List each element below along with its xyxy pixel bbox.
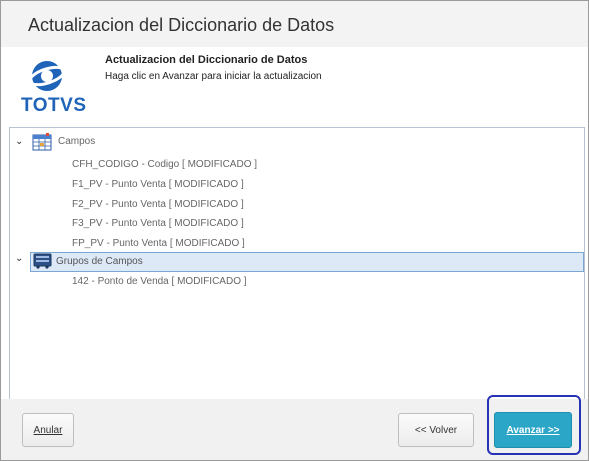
field-group-icon xyxy=(33,253,53,275)
next-button-focus-highlight xyxy=(487,395,581,455)
tree-leaf[interactable]: F1_PV - Punto Venta [ MODIFICADO ] xyxy=(72,176,244,194)
logo-text: TOTVS xyxy=(21,95,87,116)
title-bar: Actualizacion del Diccionario de Datos xyxy=(1,1,588,48)
tree-node-campos[interactable]: ⌄ Campos xyxy=(10,133,310,151)
tree-leaf[interactable]: CFH_CODIGO - Codigo [ MODIFICADO ] xyxy=(72,156,257,174)
totvs-logo-mark-icon xyxy=(28,61,66,91)
header-subtitle: Haga clic en Avanzar para iniciar la act… xyxy=(105,71,322,82)
cancel-button[interactable]: Anular xyxy=(22,413,74,447)
totvs-logo: TOTVS xyxy=(18,59,86,121)
tree-node-label: Campos xyxy=(58,136,96,147)
chevron-down-icon[interactable]: ⌄ xyxy=(15,253,23,264)
cancel-button-label: Anular xyxy=(33,425,63,436)
changes-tree[interactable]: ⌄ Campos CFH_CODIGO - Codigo [ MODIFICAD… xyxy=(9,127,585,400)
header-title: Actualizacion del Diccionario de Datos xyxy=(105,54,308,66)
window-title: Actualizacion del Diccionario de Datos xyxy=(28,15,335,35)
tree-leaf[interactable]: F2_PV - Punto Venta [ MODIFICADO ] xyxy=(72,196,244,214)
wizard-window: Actualizacion del Diccionario de Datos T… xyxy=(0,0,589,461)
tree-leaf[interactable]: F3_PV - Punto Venta [ MODIFICADO ] xyxy=(72,215,244,233)
tree-leaf[interactable]: FP_PV - Punto Venta [ MODIFICADO ] xyxy=(72,235,245,253)
back-button-label: << Volver xyxy=(414,425,458,436)
back-button[interactable]: << Volver xyxy=(398,413,474,447)
tree-node-label: Grupos de Campos xyxy=(56,256,143,267)
tree-node-grupos-de-campos[interactable]: Grupos de Campos xyxy=(30,252,584,272)
chevron-down-icon[interactable]: ⌄ xyxy=(15,133,25,151)
table-icon xyxy=(32,133,52,157)
tree-leaf[interactable]: 142 - Ponto de Venda [ MODIFICADO ] xyxy=(72,273,247,291)
wizard-header: TOTVS Actualizacion del Diccionario de D… xyxy=(1,47,588,127)
